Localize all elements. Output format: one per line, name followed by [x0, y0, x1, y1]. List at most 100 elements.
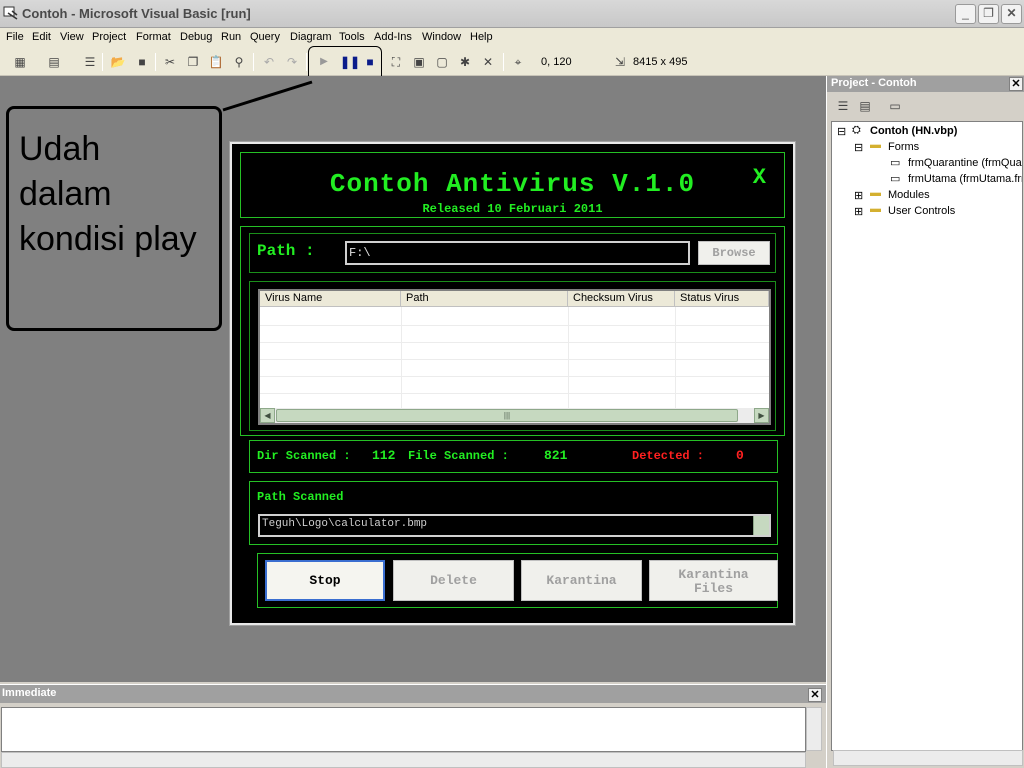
toolbox-icon[interactable]: ✕ [480, 54, 496, 70]
undo-icon[interactable]: ↶ [261, 54, 277, 70]
tree-item-modules[interactable]: Modules [888, 189, 930, 201]
immediate-vscroll[interactable] [806, 707, 822, 751]
project-explorer: Project - Contoh ✕ ☰ ▤ ▭ ⊟ ⛭ Contoh (HN.… [826, 76, 1024, 768]
position-icon: ⌖ [514, 55, 522, 69]
column-header[interactable]: Status Virus [675, 291, 769, 307]
virus-list-grid[interactable]: Virus Name Path Checksum Virus Status Vi… [258, 289, 771, 425]
add-form-icon[interactable]: ▤ [46, 54, 62, 70]
menu-help[interactable]: Help [470, 31, 493, 43]
grid-row-line [260, 376, 769, 377]
project-close-button[interactable]: ✕ [1009, 77, 1023, 91]
menu-run[interactable]: Run [221, 31, 241, 43]
immediate-hscroll[interactable] [1, 752, 806, 768]
karantina-button[interactable]: Karantina [521, 560, 642, 601]
standard-toolbar: ▦ ▤ ☰ 📂 ■ ✂ ❐ 📋 ⚲ ↶ ↷ ▶ ❚❚ ■ ⛶ ▣ ▢ ✱ ✕ ⌖… [0, 48, 1024, 76]
tree-item-project[interactable]: Contoh (HN.vbp) [870, 125, 957, 137]
form-close-button[interactable]: X [753, 165, 766, 190]
folder-icon: ▬ [870, 203, 881, 215]
title-bar: Contoh - Microsoft Visual Basic [run] _ … [0, 0, 1024, 28]
grid-col-line [568, 307, 569, 409]
menu-window[interactable]: Window [422, 31, 461, 43]
annotation-text: Udah dalam kondisi play [19, 130, 197, 258]
menu-format[interactable]: Format [136, 31, 171, 43]
path-scanned-box: Teguh\Logo\calculator.bmp [258, 514, 771, 537]
grid-horizontal-scrollbar[interactable]: ◀ ||| ▶ [260, 408, 769, 423]
menu-tools[interactable]: Tools [339, 31, 365, 43]
scroll-thumb[interactable]: ||| [276, 409, 738, 422]
immediate-close-button[interactable]: ✕ [808, 688, 822, 702]
toolbar-separator [306, 53, 307, 71]
project-icon: ⛭ [852, 124, 861, 136]
grid-row-line [260, 342, 769, 343]
size-icon: ⇲ [614, 55, 626, 69]
karantina-files-button[interactable]: Karantina Files [649, 560, 778, 601]
tree-item-form[interactable]: frmUtama (frmUtama.frm) [908, 173, 1022, 185]
column-header[interactable]: Path [401, 291, 568, 307]
column-header[interactable]: Checksum Virus [568, 291, 675, 307]
grid-row-line [260, 393, 769, 394]
path-scanned-label: Path Scanned [257, 490, 344, 504]
toggle-folders-icon[interactable]: ▭ [887, 98, 903, 114]
save-project-icon[interactable]: ■ [134, 54, 150, 70]
close-window-button[interactable]: ✕ [1001, 4, 1022, 24]
form-icon: ▭ [890, 173, 901, 185]
project-tree[interactable]: ⊟ ⛭ Contoh (HN.vbp) ⊟ ▬ Forms ▭ frmQuara… [831, 121, 1023, 751]
detected-label: Detected : [632, 449, 705, 463]
redo-icon[interactable]: ↷ [284, 54, 300, 70]
minimize-button[interactable]: _ [955, 4, 976, 24]
immediate-input[interactable] [1, 707, 806, 752]
delete-button[interactable]: Delete [393, 560, 514, 601]
tree-expander-icon[interactable]: ⊟ [837, 125, 846, 138]
app-title: Contoh Antivirus V.1.0 [329, 169, 696, 199]
view-object-icon[interactable]: ▤ [857, 98, 873, 114]
grid-row-line [260, 359, 769, 360]
path-label: Path : [257, 242, 315, 260]
menu-query[interactable]: Query [250, 31, 280, 43]
find-icon[interactable]: ⚲ [231, 54, 247, 70]
tree-item-user-controls[interactable]: User Controls [888, 205, 955, 217]
browse-button[interactable]: Browse [698, 241, 770, 265]
open-project-icon[interactable]: 📂 [110, 54, 126, 70]
path-box-scroll[interactable] [753, 516, 769, 535]
antivirus-form: Contoh Antivirus V.1.0 Released 10 Febru… [229, 141, 796, 626]
scroll-left-icon[interactable]: ◀ [260, 408, 275, 423]
menu-edit[interactable]: Edit [32, 31, 51, 43]
immediate-title: Immediate [2, 687, 57, 699]
column-header[interactable]: Virus Name [260, 291, 401, 307]
project-explorer-icon[interactable]: ⛶ [388, 54, 404, 70]
properties-window-icon[interactable]: ▣ [411, 54, 427, 70]
menu-add-ins[interactable]: Add-Ins [374, 31, 412, 43]
form-layout-icon[interactable]: ▢ [434, 54, 450, 70]
vb-app-icon [3, 6, 18, 20]
menu-project[interactable]: Project [92, 31, 126, 43]
tree-item-form[interactable]: frmQuarantine (frmQuarantine.frm) [908, 157, 1022, 169]
menu-debug[interactable]: Debug [180, 31, 212, 43]
stop-button[interactable]: Stop [265, 560, 385, 601]
form-icon: ▭ [890, 157, 901, 169]
tree-item-forms[interactable]: Forms [888, 141, 919, 153]
object-browser-icon[interactable]: ✱ [457, 54, 473, 70]
view-code-icon[interactable]: ☰ [835, 98, 851, 114]
toolbar-separator [155, 53, 156, 71]
toolbar-separator [503, 53, 504, 71]
tree-expander-icon[interactable]: ⊞ [854, 205, 863, 218]
tree-expander-icon[interactable]: ⊟ [854, 141, 863, 154]
path-input[interactable]: F:\ [345, 241, 690, 265]
cut-icon[interactable]: ✂ [162, 54, 178, 70]
toolbar-separator [102, 53, 103, 71]
annotation-callout: Udah dalam kondisi play [6, 106, 222, 331]
menu-diagram[interactable]: Diagram [290, 31, 332, 43]
paste-icon[interactable]: 📋 [208, 54, 224, 70]
dir-scanned-label: Dir Scanned : [257, 449, 351, 463]
restore-button[interactable]: ❐ [978, 4, 999, 24]
menu-editor-icon[interactable]: ☰ [82, 54, 98, 70]
copy-icon[interactable]: ❐ [185, 54, 201, 70]
scroll-right-icon[interactable]: ▶ [754, 408, 769, 423]
header-frame: Contoh Antivirus V.1.0 Released 10 Febru… [240, 152, 785, 218]
menu-view[interactable]: View [60, 31, 84, 43]
project-hscroll[interactable] [833, 750, 1023, 766]
menu-file[interactable]: File [6, 31, 24, 43]
tree-expander-icon[interactable]: ⊞ [854, 189, 863, 202]
add-project-icon[interactable]: ▦ [12, 54, 28, 70]
detected-value: 0 [736, 448, 744, 463]
